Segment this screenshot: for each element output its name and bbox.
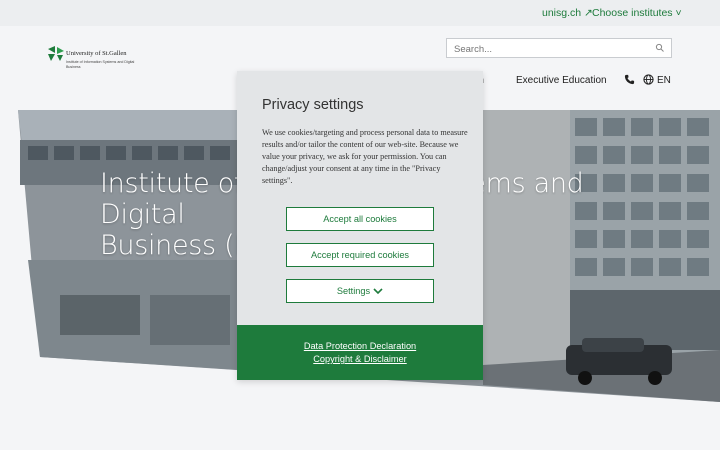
accept-all-cookies-button[interactable]: Accept all cookies: [286, 207, 434, 231]
privacy-footer: Data Protection Declaration Copyright & …: [237, 325, 483, 380]
phone-icon[interactable]: [624, 74, 635, 85]
choose-institutes-dropdown[interactable]: Choose institutes ˅: [592, 7, 682, 19]
nav-executive-education[interactable]: Executive Education: [516, 75, 607, 86]
globe-icon[interactable]: [643, 74, 654, 85]
accept-required-cookies-button[interactable]: Accept required cookies: [286, 243, 434, 267]
search-icon[interactable]: [655, 43, 665, 53]
settings-button[interactable]: Settings: [286, 279, 434, 303]
logo-subtitle: Institute of Information Systems and Dig…: [66, 60, 135, 69]
data-protection-link[interactable]: Data Protection Declaration: [237, 341, 483, 351]
copyright-disclaimer-link[interactable]: Copyright & Disclaimer: [237, 354, 483, 364]
search-input[interactable]: [447, 40, 647, 59]
search-box: [446, 38, 672, 59]
university-logo[interactable]: University of St.Gallen Institute of Inf…: [48, 46, 138, 76]
privacy-description: We use cookies/targeting and process per…: [262, 128, 468, 185]
language-selector[interactable]: EN: [657, 75, 671, 86]
logo-name: University of St.Gallen: [66, 50, 127, 57]
top-utility-bar: unisg.ch ↗ Choose institutes ˅: [0, 0, 720, 26]
unisg-link[interactable]: unisg.ch ↗: [542, 7, 593, 19]
settings-label: Settings: [336, 286, 371, 296]
chevron-down-icon: [373, 288, 383, 295]
privacy-settings-dialog: Privacy settings We use cookies/targetin…: [237, 71, 483, 380]
privacy-title: Privacy settings: [262, 97, 364, 113]
hsg-logo-icon: [48, 46, 64, 61]
accept-all-label: Accept all cookies: [323, 214, 397, 224]
accept-required-label: Accept required cookies: [310, 250, 410, 260]
